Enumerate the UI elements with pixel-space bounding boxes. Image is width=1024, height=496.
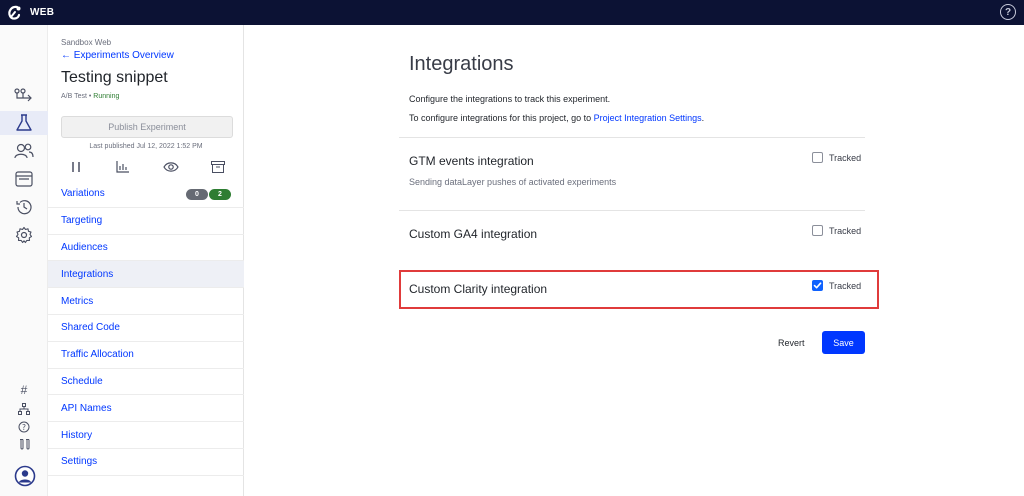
settings-gear-icon[interactable] xyxy=(11,223,37,247)
integration-subtitle-gtm: Sending dataLayer pushes of activated ex… xyxy=(409,177,617,187)
experiments-flask-icon[interactable] xyxy=(0,111,48,135)
checkmark-icon xyxy=(813,282,822,289)
help-circle-icon[interactable]: ? xyxy=(16,420,32,434)
integration-name-clarity: Custom Clarity integration xyxy=(409,282,548,296)
project-config-text: To configure integrations for this proje… xyxy=(409,113,704,123)
project-integration-settings-link[interactable]: Project Integration Settings xyxy=(594,113,702,123)
tracked-label: Tracked xyxy=(829,280,862,291)
experiments-overview-link[interactable]: ← Experiments Overview xyxy=(61,50,174,61)
nav-item-traffic-allocation[interactable]: Traffic Allocation xyxy=(48,342,244,369)
archive-icon[interactable] xyxy=(209,161,227,173)
experiment-status: Running xyxy=(93,93,120,100)
top-bar: WEB ? xyxy=(0,0,1024,25)
tracked-label: Tracked xyxy=(829,225,862,236)
tracked-checkbox-ga4[interactable] xyxy=(812,225,823,236)
nav-item-shared-code[interactable]: Shared Code xyxy=(48,315,244,342)
left-icon-rail: # ? xyxy=(0,25,48,496)
tracked-toggle-clarity[interactable]: Tracked xyxy=(812,280,861,291)
flow-icon[interactable] xyxy=(11,83,37,107)
page-title: Integrations xyxy=(409,53,514,75)
main-panel: Integrations Configure the integrations … xyxy=(244,25,1024,496)
nav-item-integrations[interactable]: Integrations xyxy=(48,261,244,289)
divider xyxy=(399,137,865,138)
nav-item-history[interactable]: History xyxy=(48,422,244,449)
app-name: WEB xyxy=(30,7,55,18)
divider xyxy=(399,210,865,211)
nav-item-schedule[interactable]: Schedule xyxy=(48,369,244,396)
nav-item-label: Variations xyxy=(61,188,105,200)
page-description: Configure the integrations to track this… xyxy=(409,94,611,104)
variations-badge-active: 2 xyxy=(209,189,231,200)
publish-experiment-button[interactable]: Publish Experiment xyxy=(61,116,233,138)
app-logo-icon[interactable] xyxy=(2,0,28,25)
audiences-people-icon[interactable] xyxy=(11,139,37,163)
hierarchy-icon[interactable] xyxy=(16,402,32,416)
experiment-title: Testing snippet xyxy=(61,69,168,86)
experiment-actions xyxy=(67,158,227,176)
history-clock-icon[interactable] xyxy=(11,195,37,219)
tracked-label: Tracked xyxy=(829,152,862,163)
experiment-nav: Variations 0 2 Targeting Audiences Integ… xyxy=(48,181,244,476)
results-chart-icon[interactable] xyxy=(114,161,132,173)
pause-icon[interactable] xyxy=(67,161,85,173)
variations-badge-paused: 0 xyxy=(186,189,208,200)
revert-button[interactable]: Revert xyxy=(778,338,805,348)
nav-item-api-names[interactable]: API Names xyxy=(48,395,244,423)
help-icon[interactable]: ? xyxy=(1000,4,1016,20)
test-tubes-icon[interactable] xyxy=(16,438,32,452)
tracked-checkbox-gtm[interactable] xyxy=(812,152,823,163)
integration-name-gtm: GTM events integration xyxy=(409,154,534,168)
tracked-toggle-gtm[interactable]: Tracked xyxy=(812,152,861,163)
config-text: To configure integrations for this proje… xyxy=(409,113,594,123)
nav-item-metrics[interactable]: Metrics xyxy=(48,288,244,315)
nav-item-settings[interactable]: Settings xyxy=(48,449,244,476)
tracked-toggle-ga4[interactable]: Tracked xyxy=(812,225,861,236)
project-name: Sandbox Web xyxy=(61,38,112,47)
config-text-end: . xyxy=(701,113,705,123)
nav-item-variations[interactable]: Variations 0 2 xyxy=(48,181,244,208)
experiment-type: A/B Test xyxy=(61,93,87,100)
nav-item-audiences[interactable]: Audiences xyxy=(48,235,244,262)
pages-window-icon[interactable] xyxy=(11,167,37,191)
integration-name-ga4: Custom GA4 integration xyxy=(409,227,538,241)
svg-text:?: ? xyxy=(22,423,26,432)
nav-item-targeting[interactable]: Targeting xyxy=(48,208,244,235)
experiment-sidebar: Sandbox Web ← Experiments Overview Testi… xyxy=(48,25,244,496)
user-avatar-icon[interactable] xyxy=(12,464,38,488)
save-button[interactable]: Save xyxy=(822,331,865,354)
experiment-meta: A/B Test • Running xyxy=(61,93,119,100)
tracked-checkbox-clarity[interactable] xyxy=(812,280,823,291)
hash-icon[interactable]: # xyxy=(16,383,32,397)
preview-eye-icon[interactable] xyxy=(162,161,180,173)
last-published-text: Last published Jul 12, 2022 1:52 PM xyxy=(89,143,203,150)
